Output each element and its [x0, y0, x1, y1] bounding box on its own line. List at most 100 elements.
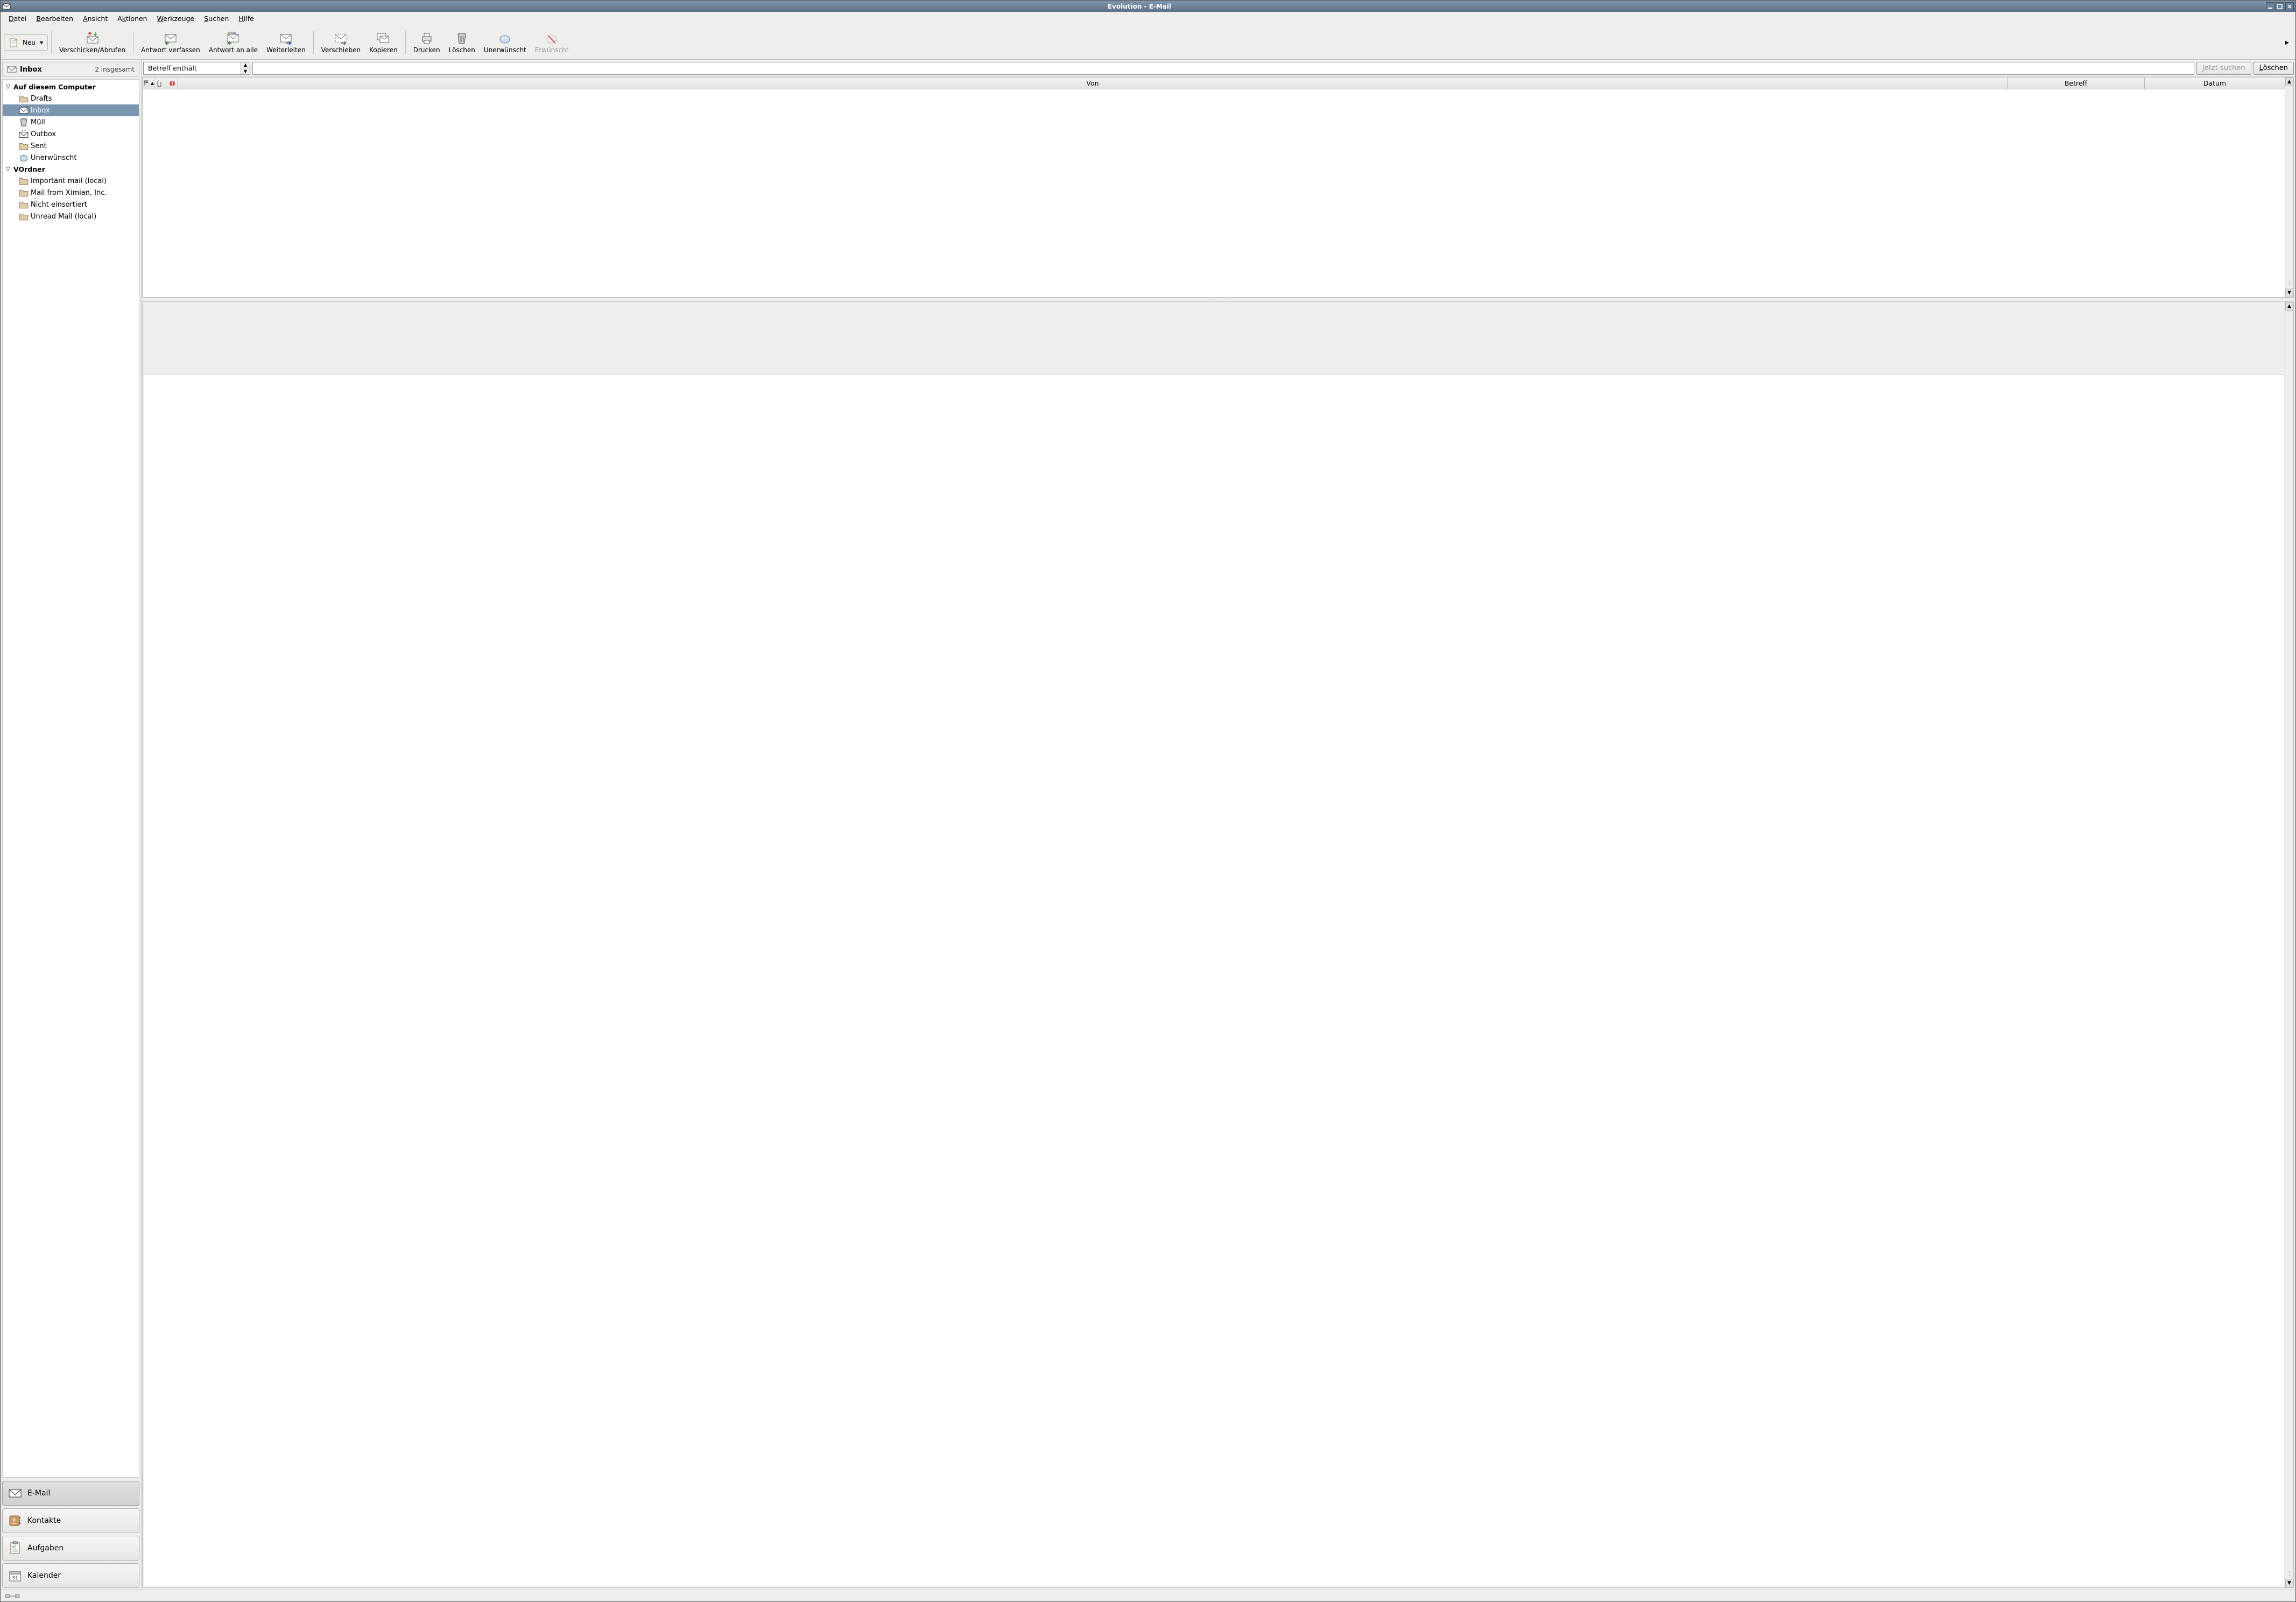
- delete-button[interactable]: Löschen: [445, 27, 480, 58]
- junk-button[interactable]: Unerwünscht: [480, 27, 531, 58]
- menu-help[interactable]: Hilfe: [234, 13, 258, 24]
- combo-spinner: ▲ ▼: [241, 62, 250, 74]
- reply-all-label: Antwort an alle: [209, 46, 258, 54]
- search-clear-button[interactable]: Löschen: [2253, 62, 2294, 75]
- scroll-track[interactable]: [2285, 86, 2293, 278]
- folder-label: Nicht einsortiert: [31, 201, 87, 209]
- main-pane: Betreff enthält ▲ ▼ Jetzt suchen Löschen…: [142, 60, 2295, 1590]
- vfolder-ximian[interactable]: Mail from Ximian, Inc.: [3, 187, 139, 199]
- folder-sent[interactable]: Sent: [3, 140, 139, 152]
- reply-all-button[interactable]: Antwort an alle: [205, 27, 262, 58]
- folder-trash[interactable]: Müll: [3, 116, 139, 128]
- switcher-label: Kalender: [27, 1571, 61, 1580]
- combo-value: Betreff enthält: [144, 64, 241, 72]
- folder-label: Inbox: [31, 107, 50, 115]
- folder-outbox[interactable]: Outbox: [3, 128, 139, 140]
- splitter[interactable]: · · · · · · ·: [142, 298, 2295, 301]
- reply-all-icon: [226, 31, 240, 45]
- forward-button[interactable]: Weiterleiten: [262, 27, 310, 58]
- menu-file[interactable]: Datei: [4, 13, 31, 24]
- folder-label: Important mail (local): [31, 177, 107, 185]
- workarea: Inbox 2 insgesamt ▽ Auf diesem Computer …: [1, 60, 2295, 1590]
- switcher-tasks[interactable]: Aufgaben: [2, 1536, 139, 1561]
- tasks-icon: [8, 1541, 22, 1555]
- window-title: Evolution - E-Mail: [13, 3, 2266, 10]
- vfolder-unsorted[interactable]: Nicht einsortiert: [3, 199, 139, 210]
- search-input[interactable]: [252, 62, 2194, 75]
- switcher-label: Aufgaben: [27, 1544, 64, 1552]
- calendar-icon: 31: [8, 1569, 22, 1583]
- preview-vscrollbar[interactable]: ▲ ⋮ ▼: [2285, 302, 2293, 1587]
- scroll-track[interactable]: [2285, 311, 2293, 1569]
- new-icon: [9, 37, 19, 48]
- print-button[interactable]: Drucken: [409, 27, 445, 58]
- close-button[interactable]: [2285, 2, 2294, 10]
- trash-small-icon: [19, 118, 29, 127]
- dropdown-icon: ▾: [40, 39, 43, 46]
- folder-icon: [19, 212, 29, 221]
- search-filter-combo[interactable]: Betreff enthält ▲ ▼: [143, 62, 250, 75]
- send-receive-button[interactable]: Verschicken/Abrufen: [55, 27, 130, 58]
- not-junk-button[interactable]: Erwünscht: [531, 27, 573, 58]
- col-from[interactable]: Von: [178, 78, 2008, 89]
- spin-down[interactable]: ▼: [241, 68, 250, 74]
- connection-icon[interactable]: [5, 1592, 20, 1600]
- spin-up[interactable]: ▲: [241, 62, 250, 68]
- expand-icon: ▽: [6, 84, 12, 90]
- switcher-contacts[interactable]: Kontakte: [2, 1508, 139, 1533]
- folder-drafts[interactable]: Drafts: [3, 93, 139, 104]
- menu-search[interactable]: Suchen: [199, 13, 234, 24]
- scroll-grip-icon: ⋮: [2287, 1571, 2292, 1577]
- move-icon: [334, 31, 348, 45]
- print-label: Drucken: [413, 46, 440, 54]
- print-icon: [420, 31, 434, 45]
- menu-tools[interactable]: Werkzeuge: [152, 13, 200, 24]
- sidebar-count: 2 insgesamt: [95, 66, 135, 73]
- scroll-up[interactable]: ▲: [2285, 302, 2293, 311]
- app-window: Evolution - E-Mail Datei Bearbeiten Ansi…: [0, 0, 2296, 1602]
- scroll-down[interactable]: ▼: [2285, 289, 2293, 297]
- folder-inbox[interactable]: Inbox: [3, 104, 139, 116]
- sidebar-title: Inbox: [20, 66, 95, 74]
- col-attachment[interactable]: [154, 78, 166, 89]
- maximize-button[interactable]: [2276, 2, 2284, 10]
- col-subject[interactable]: Betreff: [2008, 78, 2145, 89]
- move-button[interactable]: Verschieben: [317, 27, 365, 58]
- folder-label: Sent: [31, 142, 47, 150]
- scroll-down[interactable]: ▼: [2285, 1579, 2293, 1587]
- folder-label: Drafts: [31, 95, 52, 103]
- col-flag[interactable]: ▲: [143, 78, 154, 89]
- menu-view[interactable]: Ansicht: [78, 13, 112, 24]
- tree-group-local[interactable]: ▽ Auf diesem Computer: [3, 81, 139, 93]
- vscrollbar[interactable]: ▲ ⋮ ▼: [2285, 78, 2293, 297]
- copy-button[interactable]: Kopieren: [365, 27, 402, 58]
- tree-group-vfolders[interactable]: ▽ VOrdner: [3, 164, 139, 175]
- outbox-icon: [19, 130, 29, 138]
- list-body[interactable]: [143, 89, 2285, 297]
- new-button[interactable]: Neu ▾: [4, 34, 48, 51]
- menu-actions[interactable]: Aktionen: [112, 13, 152, 24]
- list-area: ▲ Von Betreff Datum: [143, 78, 2285, 297]
- col-date[interactable]: Datum: [2145, 78, 2285, 89]
- folder-icon: [19, 177, 29, 185]
- reply-button[interactable]: Antwort verfassen: [137, 27, 205, 58]
- search-go-button[interactable]: Jetzt suchen: [2196, 62, 2251, 75]
- folder-junk[interactable]: Unerwünscht: [3, 152, 139, 164]
- switcher-calendar[interactable]: 31 Kalender: [2, 1563, 139, 1588]
- vfolder-important[interactable]: Important mail (local): [3, 175, 139, 187]
- titlebar[interactable]: Evolution - E-Mail: [1, 1, 2295, 12]
- envelope-icon: [7, 65, 17, 74]
- group-label: Auf diesem Computer: [13, 83, 96, 91]
- preview-body[interactable]: [144, 375, 2284, 1586]
- menu-edit[interactable]: Bearbeiten: [31, 13, 78, 24]
- switcher-email[interactable]: E-Mail: [2, 1481, 139, 1506]
- vfolder-unread[interactable]: Unread Mail (local): [3, 210, 139, 222]
- scroll-up[interactable]: ▲: [2285, 78, 2293, 86]
- separator: [51, 31, 52, 54]
- copy-label: Kopieren: [369, 46, 398, 54]
- minimize-button[interactable]: [2266, 2, 2274, 10]
- toolbar-overflow[interactable]: ▸: [2282, 38, 2292, 47]
- col-important[interactable]: [166, 78, 178, 89]
- window-controls: [2266, 2, 2294, 10]
- folder-tree[interactable]: ▽ Auf diesem Computer Drafts Inbox Müll: [2, 79, 139, 1478]
